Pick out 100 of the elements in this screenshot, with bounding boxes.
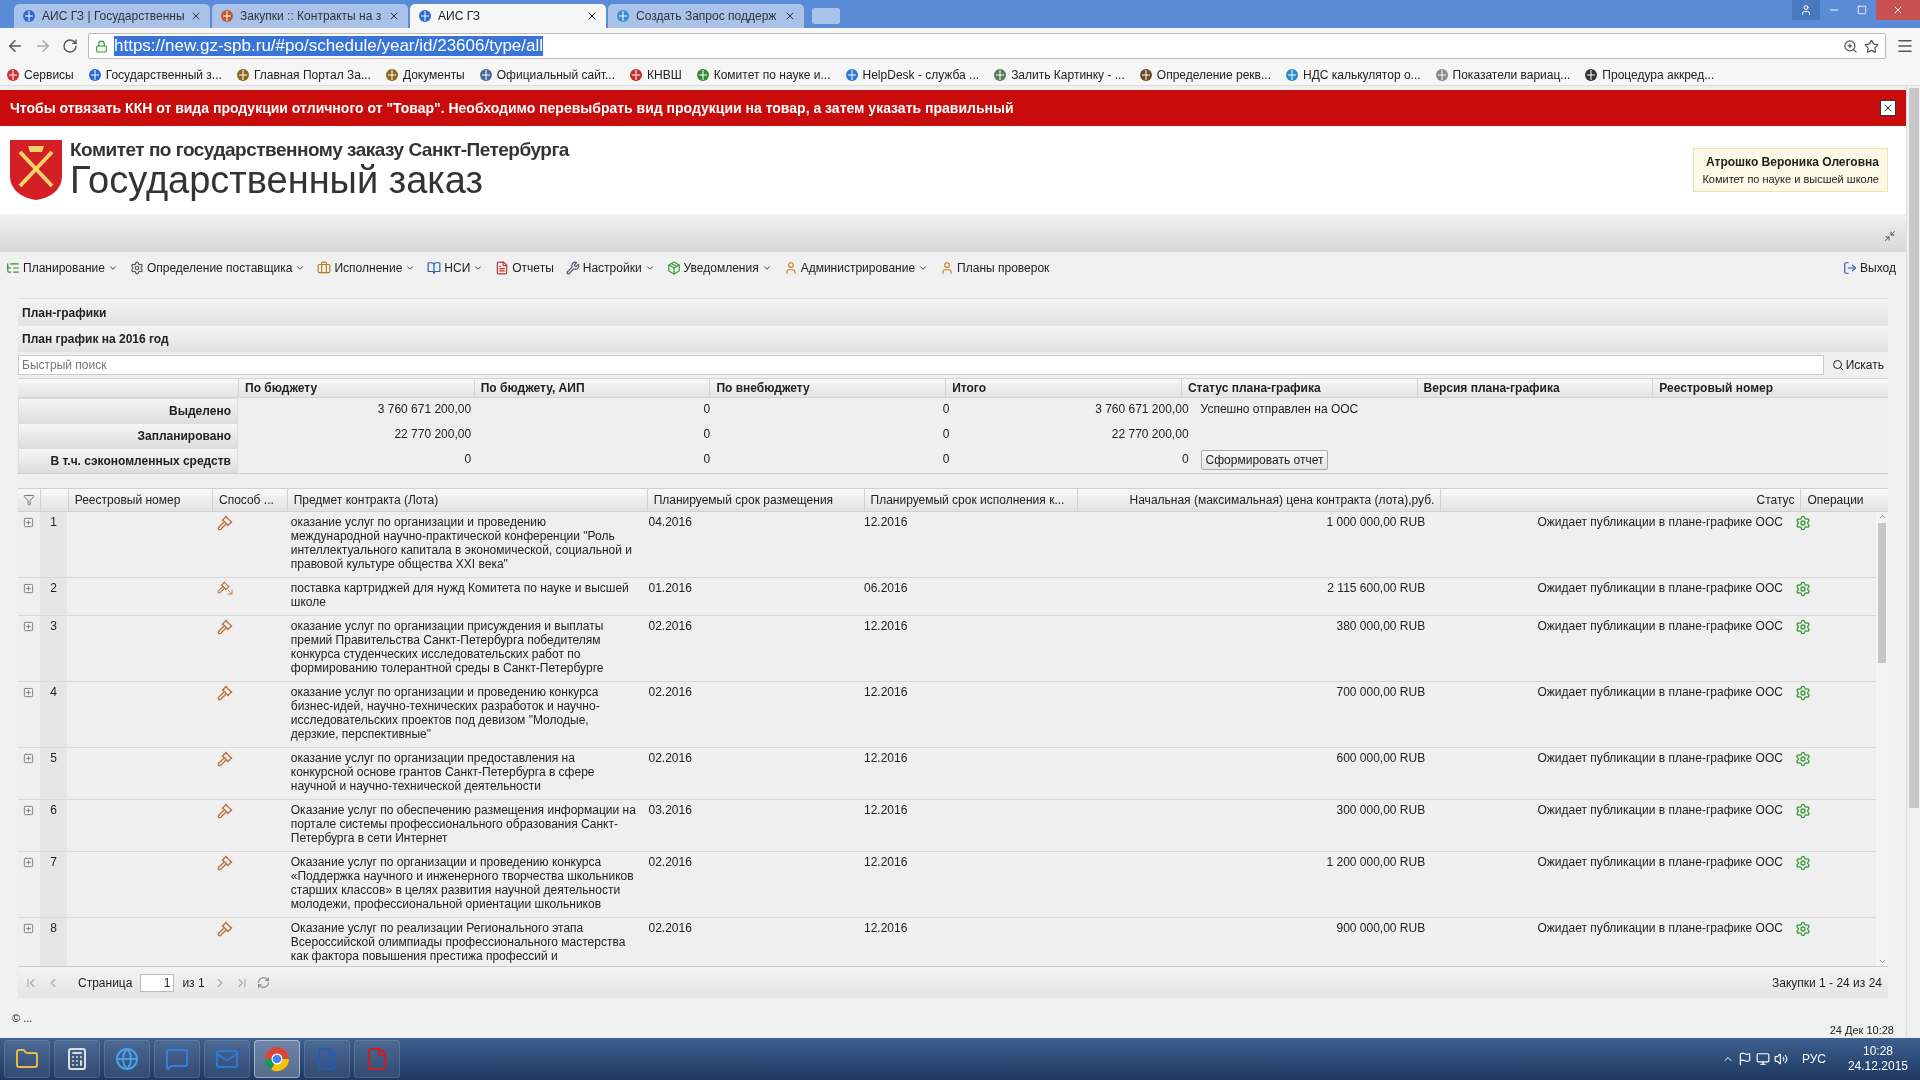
gavel-icon <box>216 921 233 937</box>
bookmark-link[interactable]: Государственный з... <box>87 65 222 84</box>
column-header[interactable]: Планируемый срок размещения <box>653 491 834 509</box>
status-cell: Ожидает публикации в плане-графике ООС <box>1537 685 1783 699</box>
expand-icon[interactable] <box>23 805 35 816</box>
bookmark-link[interactable]: Залить Картинку - ... <box>993 65 1125 84</box>
bookmark-link[interactable]: Определение рекв... <box>1138 65 1271 84</box>
execution-cell: 12.2016 <box>864 921 908 935</box>
menu-item[interactable]: Исполнение <box>317 259 416 277</box>
column-header[interactable]: Операции <box>1807 491 1864 509</box>
filter-icon[interactable] <box>22 494 35 506</box>
expand-icon[interactable] <box>23 583 35 594</box>
language-indicator[interactable]: РУС <box>1801 1050 1826 1068</box>
scrollbar[interactable] <box>1876 512 1888 966</box>
back-icon[interactable] <box>6 37 24 55</box>
report-button[interactable]: Сформировать отчет <box>1200 450 1329 470</box>
page-field[interactable]: 1 <box>140 973 175 992</box>
gear-icon[interactable] <box>1794 619 1811 635</box>
column-header[interactable]: Предмет контракта (Лота) <box>293 491 439 509</box>
gear-icon[interactable] <box>1794 581 1811 597</box>
clock[interactable]: 10:28 24.12.2015 <box>1839 1044 1916 1074</box>
gavel-icon <box>216 855 233 871</box>
menu-item[interactable]: НСИ <box>427 259 484 277</box>
gear-icon[interactable] <box>1794 921 1811 937</box>
browser-tab[interactable]: Закупки :: Контракты на з <box>212 4 408 28</box>
expand-icon[interactable] <box>23 621 35 632</box>
caret-icon <box>918 263 929 273</box>
scroll-thumb[interactable] <box>1908 88 1919 808</box>
taskbar-button[interactable] <box>104 1040 150 1078</box>
refresh-icon[interactable] <box>256 976 270 989</box>
column-header[interactable]: Реестровый номер <box>74 491 181 509</box>
search-button[interactable]: Искать <box>1827 356 1888 374</box>
taskbar-button[interactable] <box>54 1040 100 1078</box>
column-header: По бюджету, АИП <box>480 380 585 397</box>
taskbar-button[interactable] <box>4 1040 50 1078</box>
speaker-icon[interactable] <box>1773 1052 1788 1066</box>
column-header[interactable]: Планируемый срок исполнения к... <box>870 491 1065 509</box>
close-button[interactable] <box>1880 100 1896 116</box>
package-icon <box>666 261 681 275</box>
menu-item[interactable]: Уведомления <box>666 259 772 277</box>
reload-icon[interactable] <box>62 38 78 54</box>
search-field[interactable]: Быстрый поиск <box>18 355 1824 375</box>
gear-icon[interactable] <box>1794 855 1811 871</box>
collapse-icon[interactable] <box>1884 230 1896 242</box>
close-icon[interactable] <box>586 10 598 22</box>
bookmark-link[interactable]: Документы <box>384 65 465 84</box>
bookmark-link[interactable]: КНВШ <box>629 65 682 84</box>
menu-icon[interactable] <box>1896 37 1914 55</box>
gear-icon[interactable] <box>1794 515 1811 531</box>
menu-item[interactable]: Планы проверок <box>940 259 1050 277</box>
logout-link[interactable]: Выход <box>1843 259 1896 277</box>
forward-icon[interactable] <box>34 37 52 55</box>
page-scrollbar[interactable] <box>1906 86 1920 1038</box>
row-number: 8 <box>50 921 57 935</box>
flag-icon[interactable] <box>1737 1052 1752 1066</box>
address-bar[interactable]: https://new.gz-spb.ru/#po/schedule/year/id/23606/type/all <box>88 33 1886 59</box>
site-icon <box>844 67 859 82</box>
bookmark-link[interactable]: Процедура аккред... <box>1584 65 1715 84</box>
expand-icon[interactable] <box>23 857 35 868</box>
bookmark-link[interactable]: HelpDesk - служба ... <box>844 65 980 84</box>
star-icon[interactable] <box>1864 38 1879 54</box>
expand-icon[interactable] <box>23 687 35 698</box>
gear-icon[interactable] <box>1794 751 1811 767</box>
bookmark-link[interactable]: Показатели вариац... <box>1434 65 1571 84</box>
gear-icon[interactable] <box>1794 685 1811 701</box>
network-icon[interactable] <box>1755 1052 1770 1066</box>
menu-item[interactable]: Определение поставщика <box>129 259 306 277</box>
zoom-icon[interactable] <box>1843 38 1858 54</box>
bookmark-link[interactable]: Главная Портал За... <box>235 65 371 84</box>
taskbar-button[interactable] <box>254 1040 300 1078</box>
menu-item[interactable]: Отчеты <box>495 259 554 277</box>
bookmark-link[interactable]: Сервисы <box>6 65 74 84</box>
browser-tab[interactable]: АИС ГЗ <box>410 4 606 28</box>
expand-icon[interactable] <box>23 923 35 934</box>
browser-tab[interactable]: Создать Запрос поддерж <box>608 4 804 28</box>
profile-button[interactable] <box>1792 0 1820 20</box>
restore-icon[interactable] <box>1857 5 1867 15</box>
scroll-down-icon[interactable] <box>1877 957 1887 966</box>
close-icon[interactable] <box>190 10 202 22</box>
menu-item[interactable]: Администрирование <box>783 259 929 277</box>
plan-status: Успешно отправлен на ООС <box>1200 402 1359 416</box>
column-header[interactable]: Способ ... <box>218 491 274 509</box>
browser-tab[interactable]: АИС ГЗ | Государственны <box>14 4 210 28</box>
column-header[interactable]: Статус <box>1756 491 1795 509</box>
close-icon[interactable] <box>784 10 796 22</box>
scroll-up-icon[interactable] <box>1877 512 1887 521</box>
expand-icon[interactable] <box>23 517 35 528</box>
close-icon[interactable] <box>388 10 400 22</box>
column-header[interactable]: Начальная (максимальная) цена контракта (лота),руб. <box>1129 491 1435 509</box>
menu-item[interactable]: Планирование <box>6 259 118 277</box>
scroll-thumb[interactable] <box>1878 523 1886 663</box>
gear-icon[interactable] <box>1794 803 1811 819</box>
site-icon <box>629 67 643 82</box>
expand-icon[interactable] <box>23 753 35 764</box>
bookmark-link[interactable]: НДС калькулятор о... <box>1285 65 1421 84</box>
menu-item[interactable]: Настройки <box>565 259 655 277</box>
chat-icon <box>165 1047 189 1071</box>
bookmark-link[interactable]: Комитет по науке и... <box>695 65 831 84</box>
bookmark-link[interactable]: Официальный сайт... <box>478 65 615 84</box>
column-header: Реестровый номер <box>1659 380 1774 397</box>
